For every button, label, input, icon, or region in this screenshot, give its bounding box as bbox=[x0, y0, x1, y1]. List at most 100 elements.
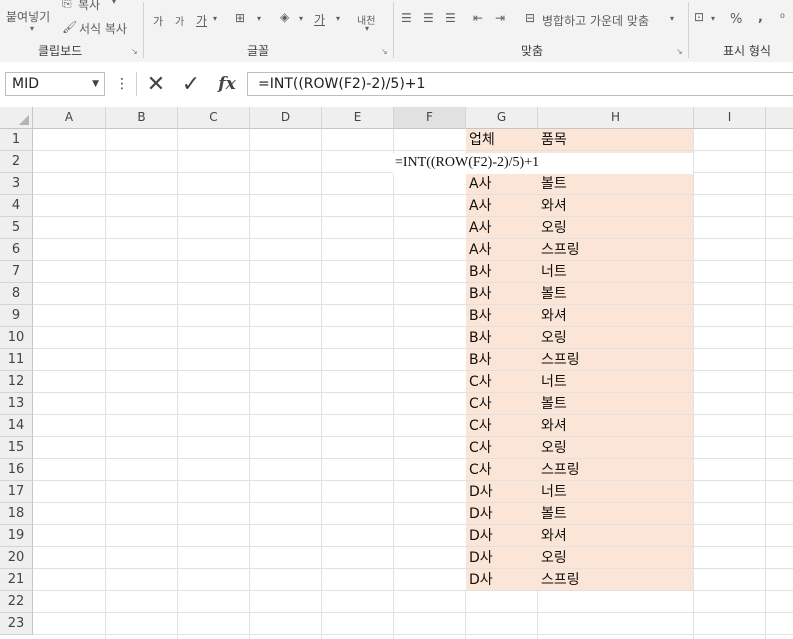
phonetic-field-dropdown-icon[interactable]: ▾ bbox=[365, 24, 369, 33]
insert-function-button[interactable]: fx bbox=[213, 72, 241, 96]
row-header-5[interactable]: 5 bbox=[0, 217, 33, 239]
copy-button[interactable]: 복사 bbox=[78, 0, 100, 13]
cell-item[interactable]: 와셔 bbox=[538, 525, 567, 547]
merge-dropdown-icon[interactable]: ▾ bbox=[670, 14, 674, 23]
copy-icon[interactable]: ⎘ bbox=[62, 0, 72, 11]
row-header-22[interactable]: 22 bbox=[0, 591, 33, 613]
row-header-9[interactable]: 9 bbox=[0, 305, 33, 327]
paste-dropdown-icon[interactable]: ▾ bbox=[30, 24, 34, 33]
column-header-f[interactable]: F bbox=[394, 107, 466, 129]
row-header-21[interactable]: 21 bbox=[0, 569, 33, 591]
row-header-19[interactable]: 19 bbox=[0, 525, 33, 547]
row-header-11[interactable]: 11 bbox=[0, 349, 33, 371]
cell-vendor[interactable]: B사 bbox=[466, 349, 492, 371]
row-header-7[interactable]: 7 bbox=[0, 261, 33, 283]
cell-vendor[interactable]: B사 bbox=[466, 283, 492, 305]
cell-g1[interactable]: 업체 bbox=[466, 129, 495, 151]
font-color-button[interactable]: 가 bbox=[314, 11, 325, 28]
increase-decimal-icon[interactable]: ⁰ bbox=[780, 11, 785, 25]
cell-vendor[interactable]: D사 bbox=[466, 503, 493, 525]
merge-center-button[interactable]: 병합하고 가운데 맞춤 bbox=[542, 12, 649, 29]
column-header-d[interactable]: D bbox=[250, 107, 322, 129]
cell-vendor[interactable]: B사 bbox=[466, 327, 492, 349]
increase-indent-icon[interactable]: ⇥ bbox=[495, 11, 505, 25]
alignment-launcher-icon[interactable]: ↘ bbox=[676, 47, 683, 56]
name-box[interactable]: MID ▼ bbox=[5, 72, 105, 96]
format-painter-icon[interactable]: 🖌 bbox=[62, 20, 77, 34]
select-all-button[interactable] bbox=[0, 107, 33, 129]
row-header-14[interactable]: 14 bbox=[0, 415, 33, 437]
cell-vendor[interactable]: D사 bbox=[466, 547, 493, 569]
cell-item[interactable]: 스프링 bbox=[538, 239, 580, 261]
copy-dropdown-icon[interactable]: ▾ bbox=[112, 0, 116, 6]
align-left-icon[interactable]: ☰ bbox=[401, 11, 412, 25]
name-box-dropdown-icon[interactable]: ▼ bbox=[92, 73, 99, 95]
cell-item[interactable]: 볼트 bbox=[538, 503, 567, 525]
align-center-icon[interactable]: ☰ bbox=[423, 11, 434, 25]
row-header-20[interactable]: 20 bbox=[0, 547, 33, 569]
cell-vendor[interactable]: D사 bbox=[466, 569, 493, 591]
cell-item[interactable]: 와셔 bbox=[538, 195, 567, 217]
row-header-4[interactable]: 4 bbox=[0, 195, 33, 217]
cell-vendor[interactable]: B사 bbox=[466, 305, 492, 327]
enter-icon[interactable]: ✓ bbox=[178, 72, 204, 97]
row-header-6[interactable]: 6 bbox=[0, 239, 33, 261]
row-header-12[interactable]: 12 bbox=[0, 371, 33, 393]
row-header-13[interactable]: 13 bbox=[0, 393, 33, 415]
cell-vendor[interactable]: A사 bbox=[466, 217, 491, 239]
percent-style-button[interactable]: % bbox=[730, 12, 742, 27]
row-header-17[interactable]: 17 bbox=[0, 481, 33, 503]
cell-item[interactable]: 볼트 bbox=[538, 393, 567, 415]
cell-vendor[interactable]: A사 bbox=[466, 195, 491, 217]
cell-vendor[interactable]: B사 bbox=[466, 261, 492, 283]
merge-center-icon[interactable]: ⊟ bbox=[525, 11, 535, 25]
cell-vendor[interactable]: C사 bbox=[466, 459, 492, 481]
cell-item[interactable]: 스프링 bbox=[538, 569, 580, 591]
paste-button[interactable]: 붙여넣기 bbox=[6, 8, 50, 25]
row-header-23[interactable]: 23 bbox=[0, 613, 33, 635]
phonetic-dropdown-icon[interactable]: ▾ bbox=[213, 14, 217, 23]
cell-item[interactable]: 스프링 bbox=[538, 459, 580, 481]
row-header-15[interactable]: 15 bbox=[0, 437, 33, 459]
cell-item[interactable]: 오링 bbox=[538, 327, 567, 349]
cell-vendor[interactable]: A사 bbox=[466, 173, 491, 195]
cell-item[interactable]: 오링 bbox=[538, 217, 567, 239]
row-header-3[interactable]: 3 bbox=[0, 173, 33, 195]
cell-vendor[interactable]: C사 bbox=[466, 371, 492, 393]
cell-vendor[interactable]: C사 bbox=[466, 393, 492, 415]
borders-dropdown-icon[interactable]: ▾ bbox=[257, 14, 261, 23]
column-header-c[interactable]: C bbox=[178, 107, 250, 129]
row-header-18[interactable]: 18 bbox=[0, 503, 33, 525]
cell-f2-edit[interactable]: =INT((ROW(F2)-2)/5)+1 bbox=[393, 153, 693, 174]
row-header-2[interactable]: 2 bbox=[0, 151, 33, 173]
more-options-icon[interactable]: ⋮ bbox=[115, 72, 129, 96]
cell-item[interactable]: 와셔 bbox=[538, 415, 567, 437]
font-launcher-icon[interactable]: ↘ bbox=[381, 47, 388, 56]
row-header-8[interactable]: 8 bbox=[0, 283, 33, 305]
cell-vendor[interactable]: A사 bbox=[466, 239, 491, 261]
comma-style-button[interactable]: , bbox=[758, 10, 763, 25]
cell-item[interactable]: 너트 bbox=[538, 371, 567, 393]
cell-vendor[interactable]: D사 bbox=[466, 481, 493, 503]
cell-h1[interactable]: 품목 bbox=[538, 129, 567, 151]
column-header-b[interactable]: B bbox=[106, 107, 178, 129]
cell-item[interactable]: 볼트 bbox=[538, 283, 567, 305]
accounting-format-icon[interactable]: ⊡ bbox=[694, 10, 704, 24]
phonetic-guide-button[interactable]: 가 bbox=[196, 12, 207, 29]
font-color-dropdown-icon[interactable]: ▾ bbox=[336, 14, 340, 23]
cell-item[interactable]: 오링 bbox=[538, 437, 567, 459]
cell-item[interactable]: 스프링 bbox=[538, 349, 580, 371]
column-header-j[interactable] bbox=[766, 107, 793, 129]
decrease-font-size-button[interactable]: 가 bbox=[175, 13, 184, 28]
row-header-10[interactable]: 10 bbox=[0, 327, 33, 349]
decrease-indent-icon[interactable]: ⇤ bbox=[473, 11, 483, 25]
worksheet-grid[interactable]: A B C D E F G H I 1 2 3 4 5 6 7 8 9 10 11 12 13 14 15 1… bbox=[0, 107, 793, 639]
cell-item[interactable]: 볼트 bbox=[538, 173, 567, 195]
column-header-a[interactable]: A bbox=[33, 107, 106, 129]
cell-vendor[interactable]: C사 bbox=[466, 437, 492, 459]
clipboard-launcher-icon[interactable]: ↘ bbox=[131, 47, 138, 56]
column-header-e[interactable]: E bbox=[322, 107, 394, 129]
align-right-icon[interactable]: ☰ bbox=[445, 11, 456, 25]
format-painter-button[interactable]: 서식 복사 bbox=[79, 20, 127, 37]
fill-color-dropdown-icon[interactable]: ▾ bbox=[299, 14, 303, 23]
